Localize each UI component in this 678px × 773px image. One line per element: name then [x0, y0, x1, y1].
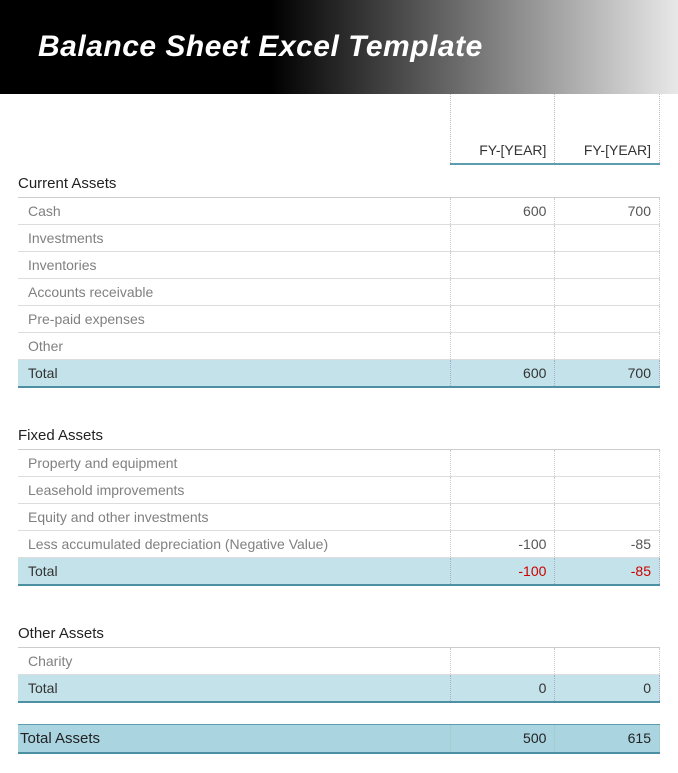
- row-label: Inventories: [18, 252, 450, 279]
- cell: [450, 648, 555, 675]
- table-row: Leasehold improvements: [18, 477, 660, 504]
- col-year2: FY-[YEAR]: [555, 94, 660, 164]
- section-label: Fixed Assets: [18, 417, 660, 450]
- total-label: Total: [18, 360, 450, 388]
- section-title: Other Assets: [18, 615, 660, 648]
- total-cell: -85: [555, 558, 660, 586]
- total-cell: 0: [555, 675, 660, 703]
- cell: [450, 333, 555, 360]
- row-label: Pre-paid expenses: [18, 306, 450, 333]
- cell: [555, 225, 660, 252]
- cell: -85: [555, 531, 660, 558]
- table-row: Inventories: [18, 252, 660, 279]
- table-row: Investments: [18, 225, 660, 252]
- total-cell: 700: [555, 360, 660, 388]
- cell: [555, 333, 660, 360]
- section-total: Total600700: [18, 360, 660, 388]
- cell: [450, 450, 555, 477]
- cell: [450, 477, 555, 504]
- table-row: Equity and other investments: [18, 504, 660, 531]
- total-label: Total: [18, 558, 450, 586]
- col-year1: FY-[YEAR]: [450, 94, 555, 164]
- table-row: Property and equipment: [18, 450, 660, 477]
- section-title: Current Assets: [18, 164, 660, 198]
- grand-total-cell: 500: [450, 724, 555, 753]
- row-label: Charity: [18, 648, 450, 675]
- row-label: Accounts receivable: [18, 279, 450, 306]
- cell: [450, 279, 555, 306]
- balance-sheet: FY-[YEAR] FY-[YEAR] Current Assets Cash6…: [0, 94, 678, 754]
- cell: [450, 306, 555, 333]
- cell: [555, 306, 660, 333]
- total-cell: 600: [450, 360, 555, 388]
- section-label: Current Assets: [18, 164, 660, 198]
- column-headers: FY-[YEAR] FY-[YEAR]: [18, 94, 660, 164]
- row-label: Investments: [18, 225, 450, 252]
- page-title: Balance Sheet Excel Template: [0, 0, 678, 94]
- row-label: Less accumulated depreciation (Negative …: [18, 531, 450, 558]
- balance-table: FY-[YEAR] FY-[YEAR] Current Assets Cash6…: [18, 94, 660, 754]
- table-row: Cash600700: [18, 198, 660, 225]
- cell: [450, 225, 555, 252]
- section-total: Total-100-85: [18, 558, 660, 586]
- cell: [555, 252, 660, 279]
- row-label: Cash: [18, 198, 450, 225]
- cell: 700: [555, 198, 660, 225]
- cell: [555, 477, 660, 504]
- section-label: Other Assets: [18, 615, 660, 648]
- row-label: Property and equipment: [18, 450, 450, 477]
- cell: 600: [450, 198, 555, 225]
- cell: [555, 279, 660, 306]
- section-title: Fixed Assets: [18, 417, 660, 450]
- total-cell: -100: [450, 558, 555, 586]
- table-row: Pre-paid expenses: [18, 306, 660, 333]
- table-row: Accounts receivable: [18, 279, 660, 306]
- cell: [555, 504, 660, 531]
- total-label: Total: [18, 675, 450, 703]
- cell: [450, 252, 555, 279]
- table-row: Less accumulated depreciation (Negative …: [18, 531, 660, 558]
- row-label: Leasehold improvements: [18, 477, 450, 504]
- cell: [450, 504, 555, 531]
- grand-total: Total Assets500615: [18, 724, 660, 753]
- cell: [555, 648, 660, 675]
- cell: [555, 450, 660, 477]
- cell: -100: [450, 531, 555, 558]
- table-row: Charity: [18, 648, 660, 675]
- grand-total-cell: 615: [555, 724, 660, 753]
- row-label: Other: [18, 333, 450, 360]
- table-row: Other: [18, 333, 660, 360]
- row-label: Equity and other investments: [18, 504, 450, 531]
- section-total: Total00: [18, 675, 660, 703]
- grand-total-label: Total Assets: [18, 724, 450, 753]
- total-cell: 0: [450, 675, 555, 703]
